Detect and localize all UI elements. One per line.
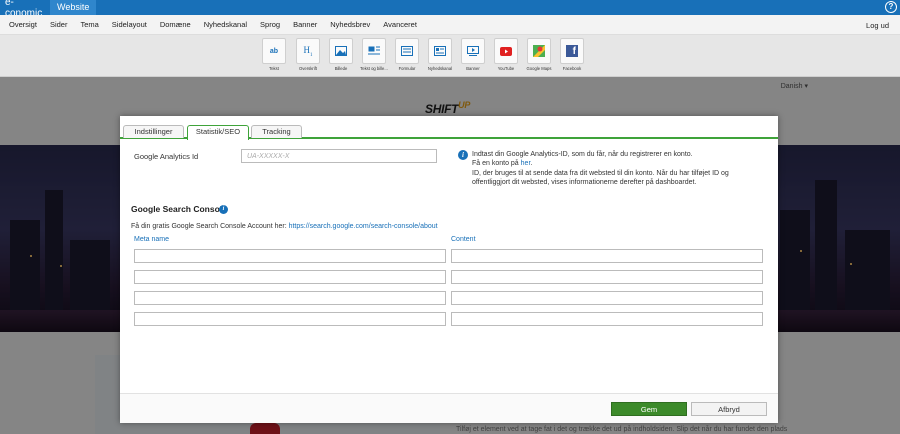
cancel-button[interactable]: Afbryd [691, 402, 767, 416]
logout-link[interactable]: Log ud [866, 21, 889, 30]
menu-item-sider[interactable]: Sider [50, 20, 68, 29]
tab-indstillinger[interactable]: Indstillinger [123, 125, 184, 138]
gsc-info-icon[interactable]: i [219, 205, 228, 214]
main-menu: Oversigt Sider Tema Sidelayout Domæne Ny… [0, 15, 900, 35]
menu-item-nyhedskanal[interactable]: Nyhedskanal [204, 20, 247, 29]
menu-item-domaene[interactable]: Domæne [160, 20, 191, 29]
ga-info-text: Indtast din Google Analytics-ID, som du … [472, 151, 729, 186]
meta-content-input[interactable] [451, 291, 763, 305]
widget-banner[interactable]: Banner [461, 38, 485, 72]
meta-name-input[interactable] [134, 312, 446, 326]
dialog-footer: Gem Afbryd [120, 393, 778, 423]
meta-name-header: Meta name [134, 236, 170, 243]
ga-id-label: Google Analytics Id [134, 152, 199, 161]
meta-content-input[interactable] [451, 249, 763, 263]
widget-youtube[interactable]: YouTube [494, 38, 518, 72]
help-icon[interactable]: ? [885, 1, 897, 13]
save-button[interactable]: Gem [611, 402, 687, 416]
website-tab[interactable]: Website [50, 0, 97, 15]
menu-item-sidelayout[interactable]: Sidelayout [112, 20, 147, 29]
meta-content-input[interactable] [451, 270, 763, 284]
widget-form[interactable]: Formular [395, 38, 419, 72]
content-header: Content [451, 236, 476, 243]
gsc-subtext: Få din gratis Google Search Console Acco… [131, 223, 438, 230]
create-account-link[interactable]: her [521, 160, 531, 167]
widget-google-maps[interactable]: Google Maps [527, 38, 551, 72]
gsc-link[interactable]: https://search.google.com/search-console… [289, 223, 438, 230]
facebook-icon: f [566, 45, 578, 57]
banner-icon [467, 46, 479, 56]
youtube-icon [500, 46, 512, 56]
settings-dialog: Indstillinger Statistik/SEO Tracking Goo… [120, 116, 778, 423]
image-icon [335, 46, 347, 56]
text-icon: ab [269, 47, 279, 55]
info-icon: i [458, 150, 468, 160]
widget-text-image[interactable]: Tekst og bille... [360, 38, 388, 72]
menu-item-banner[interactable]: Banner [293, 20, 317, 29]
widget-toolbar: ab Tekst H1 Overskrift Billede Tekst og … [0, 35, 900, 77]
widget-facebook[interactable]: f Facebook [560, 38, 584, 72]
menu-item-sprog[interactable]: Sprog [260, 20, 280, 29]
tab-tracking[interactable]: Tracking [251, 125, 302, 138]
form-icon [401, 46, 413, 56]
menu-item-nyhedsbrev[interactable]: Nyhedsbrev [330, 20, 370, 29]
top-bar: e-conomic Website ? [0, 0, 900, 19]
menu-item-oversigt[interactable]: Oversigt [9, 20, 37, 29]
widget-image[interactable]: Billede [329, 38, 353, 72]
newsfeed-icon [434, 46, 446, 56]
meta-name-input[interactable] [134, 270, 446, 284]
maps-icon [533, 45, 545, 57]
gsc-title: Google Search Console [131, 204, 227, 214]
widget-heading[interactable]: H1 Overskrift [296, 38, 320, 72]
menu-item-avanceret[interactable]: Avanceret [383, 20, 417, 29]
widget-newsfeed[interactable]: Nyhedskanal [428, 38, 452, 72]
meta-content-input[interactable] [451, 312, 763, 326]
ga-id-input[interactable] [241, 149, 437, 163]
dialog-tabs: Indstillinger Statistik/SEO Tracking [120, 116, 778, 140]
menu-item-tema[interactable]: Tema [80, 20, 98, 29]
tab-statistik-seo[interactable]: Statistik/SEO [187, 125, 249, 140]
heading-icon: H1 [303, 44, 313, 58]
meta-name-input[interactable] [134, 249, 446, 263]
meta-name-input[interactable] [134, 291, 446, 305]
text-image-icon [368, 46, 380, 55]
widget-text[interactable]: ab Tekst [262, 38, 286, 72]
